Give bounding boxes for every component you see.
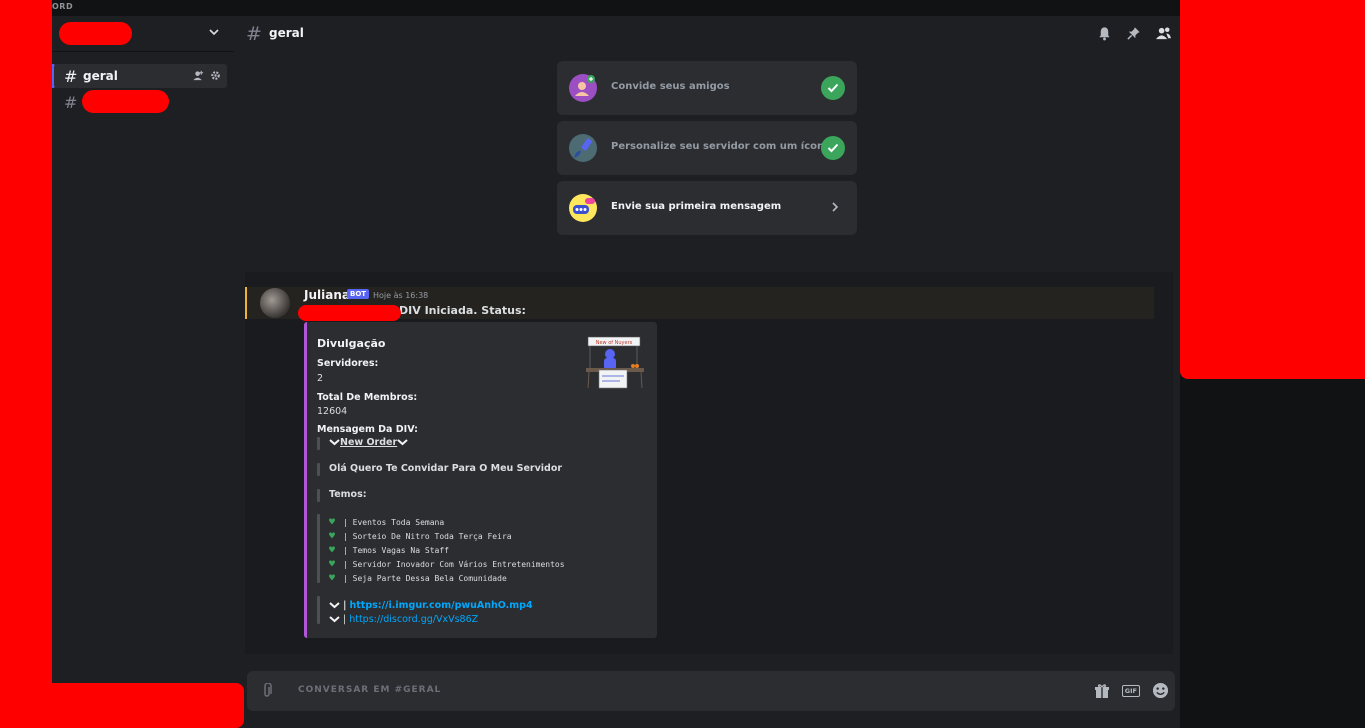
separator: | (343, 600, 347, 611)
imgur-link[interactable]: https://i.imgur.com/pwuAnhO.mp4 (349, 600, 532, 611)
header-toolbar (1097, 26, 1172, 41)
chevron-right-icon (832, 202, 839, 212)
message-composer[interactable]: CONVERSAR EM #GERAL GIF (247, 671, 1175, 711)
list-item-text: | Temos Vagas Na Staff (343, 546, 449, 555)
green-heart-icon: ♥ (329, 573, 336, 584)
redaction-bottom-left (0, 683, 244, 728)
main-panel: # geral Convide seus amigos Personalize … (234, 16, 1180, 728)
channel-name: geral (83, 69, 118, 83)
message-status-text: DIV Iniciada. Status: (399, 304, 526, 317)
new-order-line: New Order (329, 437, 408, 448)
embed-field-value: 12604 (317, 406, 348, 417)
list-item: ♥ | Servidor Inovador Com Vários Entreten… (329, 559, 565, 570)
redaction-server-name (59, 22, 132, 45)
avatar[interactable] (260, 288, 290, 318)
page-title: geral (269, 26, 304, 40)
list-item: ♥ | Eventos Toda Semana (329, 517, 445, 528)
quote-bar (317, 514, 320, 583)
green-heart-icon: ♥ (329, 545, 336, 556)
quote-bar (317, 489, 320, 502)
embed-field-name: Mensagem Da DIV: (317, 424, 418, 435)
embed-field-name: Servidores: (317, 358, 379, 369)
list-item-text: | Sorteio De Nitro Toda Terça Feira (343, 532, 512, 541)
embed-field-name: Total De Membros: (317, 392, 418, 403)
gear-icon[interactable] (210, 70, 221, 81)
checklist-label: Envie sua primeira mensagem (611, 201, 782, 212)
chat-bubble-icon (569, 194, 597, 222)
double-chevron-down-icon (329, 601, 340, 608)
sidebar-item-geral[interactable]: # geral (54, 64, 227, 88)
temos-text: Temos: (329, 489, 367, 500)
bell-icon[interactable] (1097, 26, 1112, 41)
list-item: ♥ | Temos Vagas Na Staff (329, 545, 449, 556)
channel-header: # geral (234, 16, 1180, 52)
link-line: | https://i.imgur.com/pwuAnhO.mp4 (329, 600, 533, 611)
green-heart-icon: ♥ (329, 531, 336, 542)
message-input[interactable]: CONVERSAR EM #GERAL (298, 685, 441, 695)
chevron-down-icon[interactable] (208, 26, 220, 38)
check-icon (821, 76, 845, 100)
list-item-text: | Servidor Inovador Com Vários Entreteni… (343, 560, 565, 569)
bot-badge: BOT (347, 289, 370, 299)
green-heart-icon: ♥ (329, 559, 336, 570)
list-item: ♥ | Seja Parte Dessa Bela Comunidade (329, 573, 507, 584)
pin-icon[interactable] (1126, 26, 1141, 41)
app-title: ORD (52, 2, 74, 11)
redaction-left (0, 0, 52, 728)
list-item: ♥ | Sorteio De Nitro Toda Terça Feira (329, 531, 512, 542)
new-order-text: New Order (340, 437, 398, 448)
quote-bar (317, 596, 320, 624)
thumbnail-sign-text: New of Nuyers (596, 340, 633, 346)
message-embed: Divulgação New of Nuyers Servidores: 2 T… (304, 322, 657, 638)
double-chevron-down-icon (329, 438, 340, 445)
invite-friends-icon (569, 74, 597, 102)
gif-icon[interactable]: GIF (1121, 684, 1140, 697)
checklist-label: Personalize seu servidor com um ícone (611, 141, 831, 152)
emoji-icon[interactable] (1152, 682, 1169, 699)
redaction-status-prefix (298, 305, 401, 321)
checklist-server-icon[interactable]: Personalize seu servidor com um ícone (557, 121, 857, 175)
hash-icon: # (246, 23, 262, 45)
redaction-channel-name (82, 90, 169, 113)
hash-icon: # (64, 92, 78, 112)
double-chevron-down-icon (329, 615, 340, 622)
invite-text: Olá Quero Te Convidar Para O Meu Servido… (329, 463, 563, 474)
separator: | (343, 614, 347, 625)
embed-thumbnail[interactable]: New of Nuyers (585, 334, 645, 390)
embed-field-value: 2 (317, 373, 324, 384)
double-chevron-down-icon (397, 438, 408, 445)
green-heart-icon: ♥ (329, 517, 336, 528)
title-bar: ORD (0, 0, 1365, 16)
attachment-icon[interactable] (262, 683, 272, 699)
redaction-right (1180, 0, 1365, 379)
list-item-text: | Eventos Toda Semana (343, 518, 445, 527)
checklist-first-message[interactable]: Envie sua primeira mensagem (557, 181, 857, 235)
link-line: | https://discord.gg/VxVs86Z (329, 614, 478, 625)
gift-icon[interactable] (1094, 683, 1110, 699)
brush-icon (569, 134, 597, 162)
checklist-invite-friends[interactable]: Convide seus amigos (557, 61, 857, 115)
quote-bar (317, 463, 320, 476)
quote-bar (317, 437, 320, 450)
embed-title: Divulgação (317, 337, 386, 350)
message-timestamp: Hoje às 16:38 (373, 291, 429, 300)
hash-icon: # (64, 66, 78, 86)
message-list: Juliana BOT Hoje às 16:38 DIV Iniciada. … (245, 272, 1173, 654)
members-icon[interactable] (1155, 26, 1172, 41)
message-author[interactable]: Juliana (304, 288, 350, 302)
list-item-text: | Seja Parte Dessa Bela Comunidade (343, 574, 507, 583)
checklist-label: Convide seus amigos (611, 81, 730, 92)
invite-icon[interactable] (193, 70, 204, 81)
composer-toolbar: GIF (1094, 682, 1169, 699)
discord-invite-link[interactable]: https://discord.gg/VxVs86Z (349, 614, 478, 625)
channel-sidebar: # geral # (52, 16, 234, 728)
check-icon (821, 136, 845, 160)
